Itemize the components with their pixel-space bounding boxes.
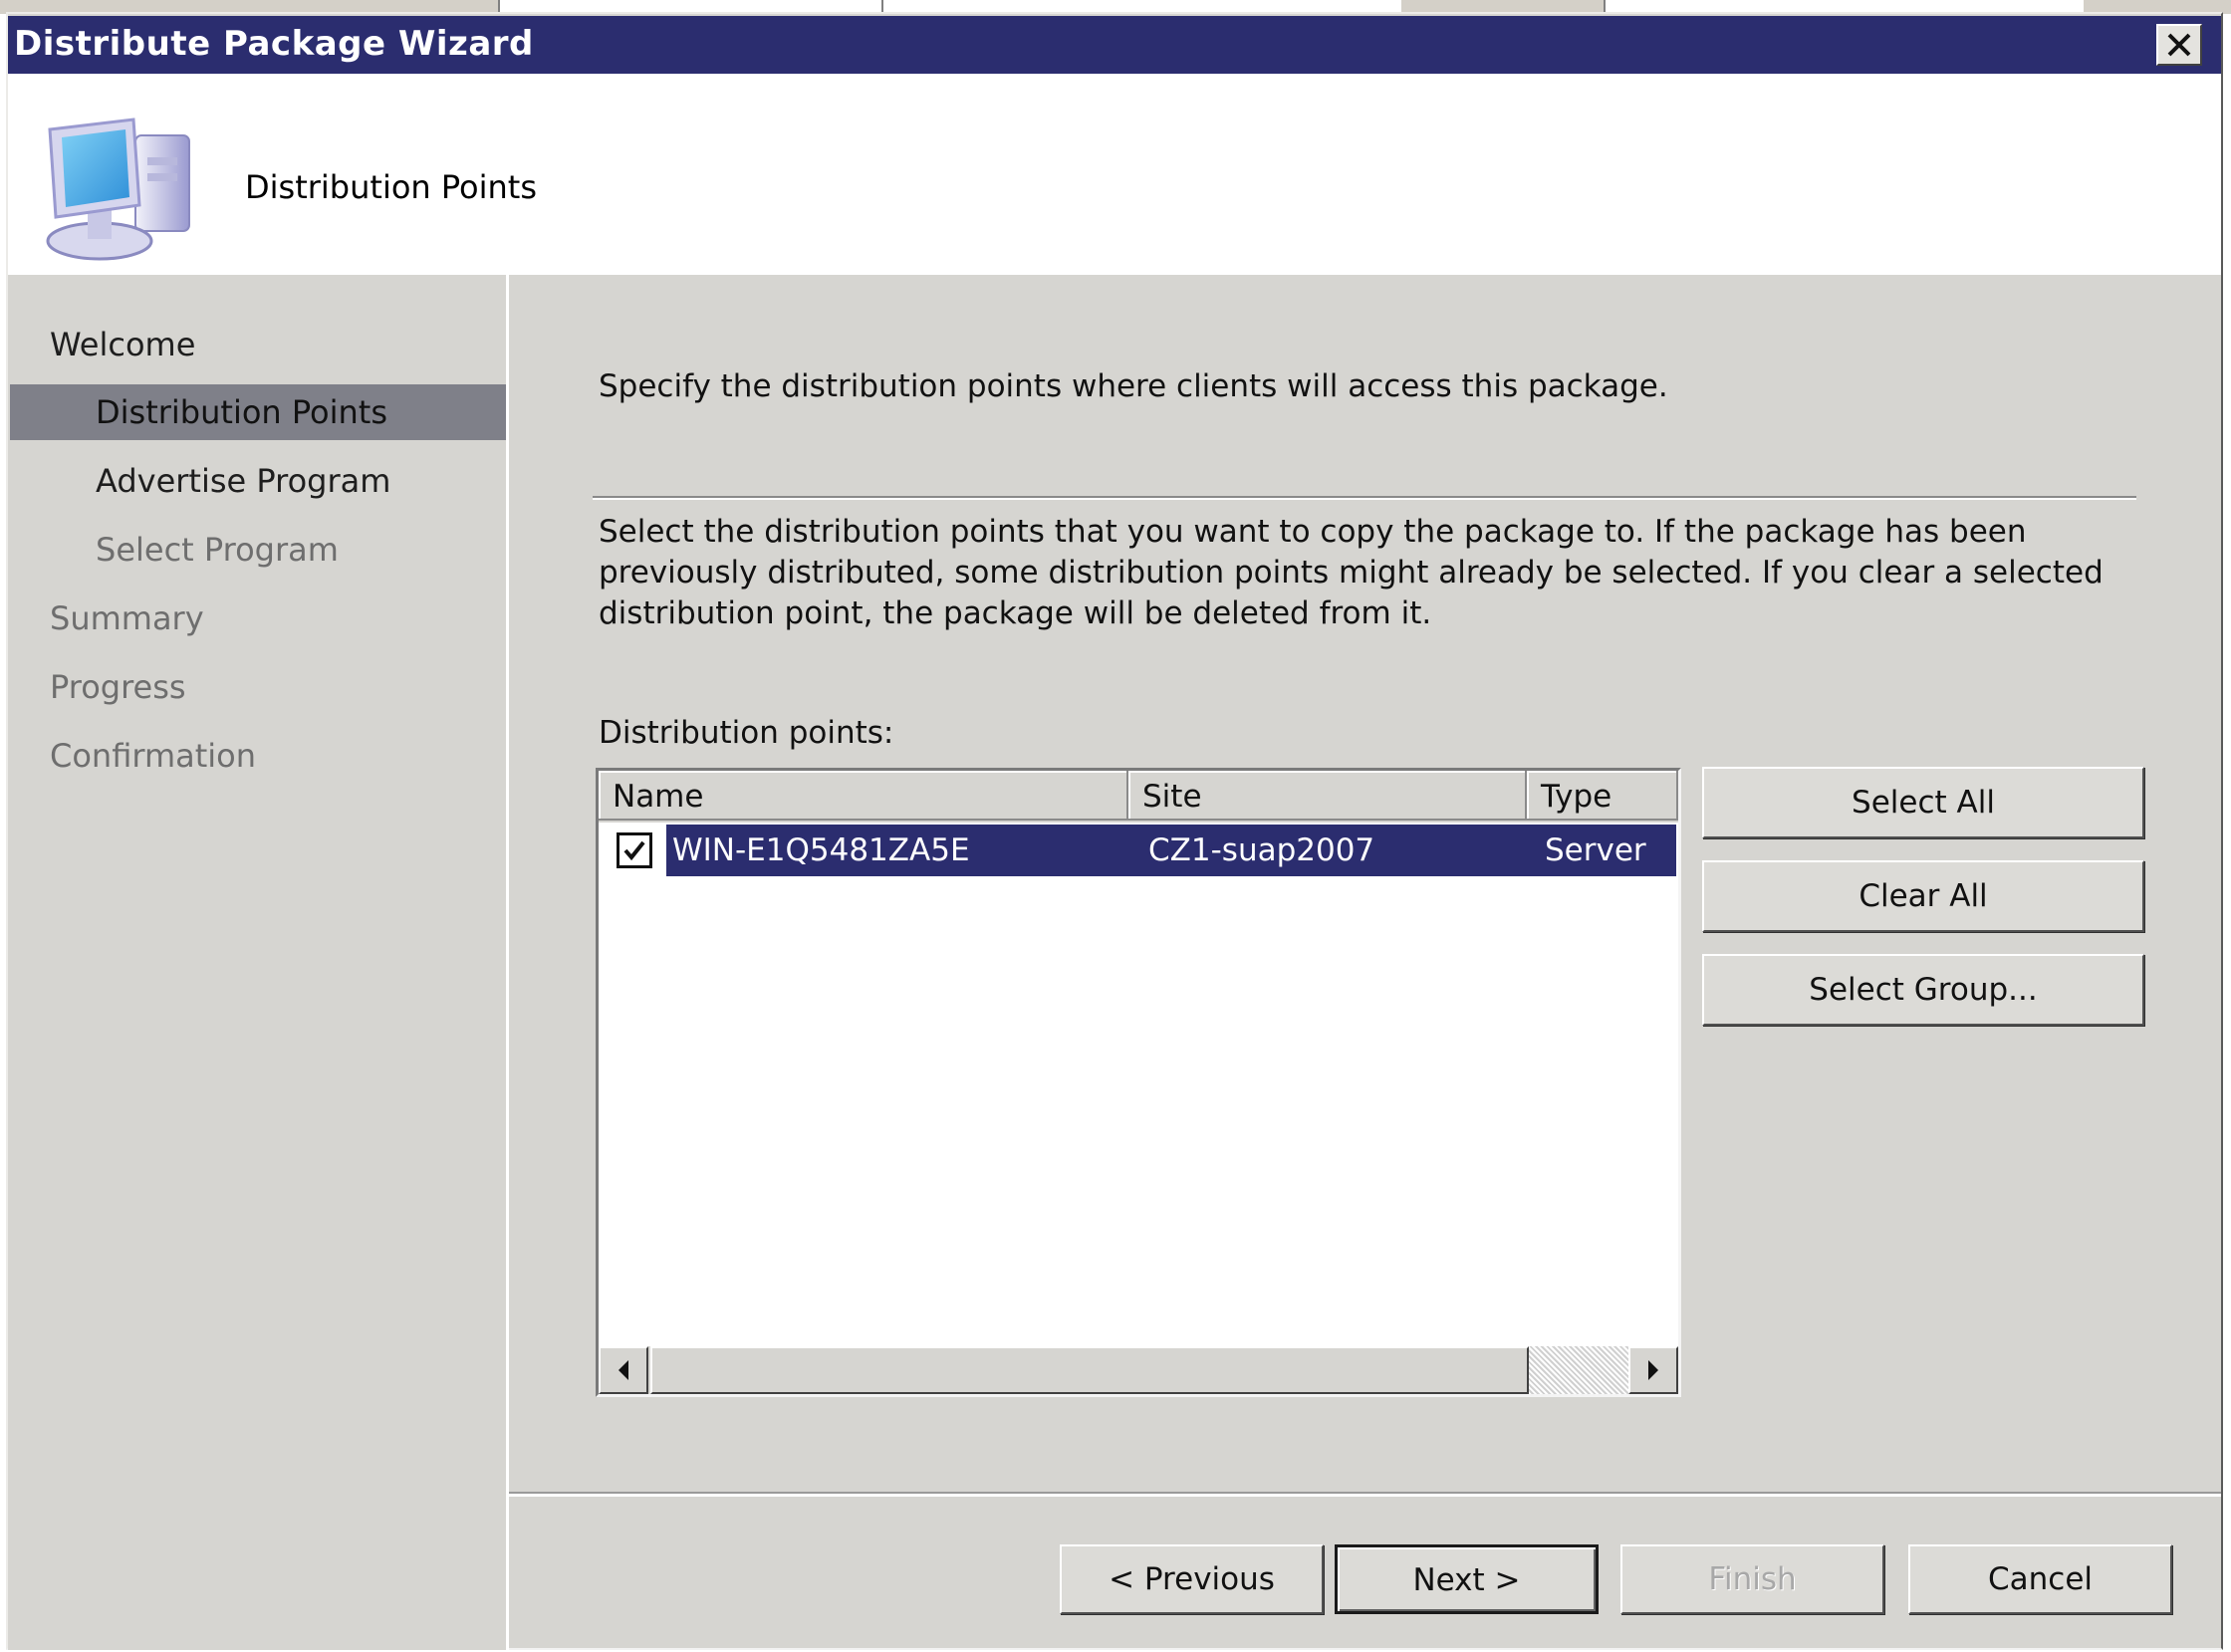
column-header-name[interactable]: Name <box>599 771 1128 821</box>
list-header: Name Site Type <box>599 771 1678 823</box>
scroll-right-button[interactable] <box>1628 1346 1678 1394</box>
cancel-button[interactable]: Cancel <box>1908 1544 2172 1614</box>
nav-step-distribution-points[interactable]: Distribution Points <box>10 384 506 440</box>
select-group-button[interactable]: Select Group... <box>1702 954 2144 1026</box>
wizard-header: Distribution Points <box>8 74 2221 275</box>
row-checkbox[interactable] <box>617 832 652 868</box>
cell-site: CZ1-suap2007 <box>1148 832 1375 868</box>
select-all-button[interactable]: Select All <box>1702 767 2144 838</box>
cell-type: Server <box>1545 832 1646 868</box>
distribution-points-label: Distribution points: <box>599 715 894 751</box>
scrollbar-thumb[interactable] <box>650 1346 1529 1394</box>
footer-divider <box>509 1492 2221 1497</box>
window-title: Distribute Package Wizard <box>14 24 534 64</box>
page-title: Distribution Points <box>245 168 537 206</box>
next-button[interactable]: Next > <box>1335 1544 1599 1614</box>
distribution-points-list[interactable]: Name Site Type WIN-E1Q5481ZA5E CZ1-suap2… <box>596 768 1681 1397</box>
background-field <box>498 0 883 12</box>
close-icon <box>2167 33 2191 57</box>
wizard-content: Specify the distribution points where cl… <box>509 275 2221 1492</box>
finish-button: Finish <box>1620 1544 1884 1614</box>
wizard-dialog: Distribute Package Wizard Distribution P… <box>6 12 2223 1650</box>
scrollbar-track[interactable] <box>1529 1346 1628 1394</box>
arrow-left-icon <box>619 1360 628 1380</box>
nav-step-confirmation: Confirmation <box>50 737 257 775</box>
title-bar[interactable]: Distribute Package Wizard <box>8 16 2221 74</box>
nav-step-summary: Summary <box>50 599 204 637</box>
column-header-site[interactable]: Site <box>1128 771 1527 821</box>
cell-name: WIN-E1Q5481ZA5E <box>672 832 970 868</box>
column-header-type[interactable]: Type <box>1527 771 1678 821</box>
horizontal-scrollbar[interactable] <box>599 1346 1678 1394</box>
nav-step-select-program: Select Program <box>96 531 339 569</box>
background-field <box>881 0 1401 12</box>
intro-text: Specify the distribution points where cl… <box>599 368 1668 404</box>
section-divider <box>593 496 2136 500</box>
list-row[interactable]: WIN-E1Q5481ZA5E CZ1-suap2007 Server <box>599 825 1678 876</box>
description-text: Select the distribution points that you … <box>599 514 2104 631</box>
nav-step-advertise-program[interactable]: Advertise Program <box>10 453 506 509</box>
list-frame: Name Site Type WIN-E1Q5481ZA5E CZ1-suap2… <box>596 768 1681 1397</box>
computer-icon <box>46 118 190 261</box>
nav-step-progress: Progress <box>50 668 186 706</box>
arrow-right-icon <box>1648 1360 1658 1380</box>
wizard-steps-nav: Welcome Distribution Points Advertise Pr… <box>8 275 509 1650</box>
background-field <box>1604 0 2084 12</box>
previous-button[interactable]: < Previous <box>1060 1544 1324 1614</box>
clear-all-button[interactable]: Clear All <box>1702 860 2144 932</box>
scroll-left-button[interactable] <box>599 1346 648 1394</box>
close-button[interactable] <box>2156 24 2202 66</box>
checkmark-icon <box>623 840 645 861</box>
nav-step-welcome[interactable]: Welcome <box>10 317 506 372</box>
